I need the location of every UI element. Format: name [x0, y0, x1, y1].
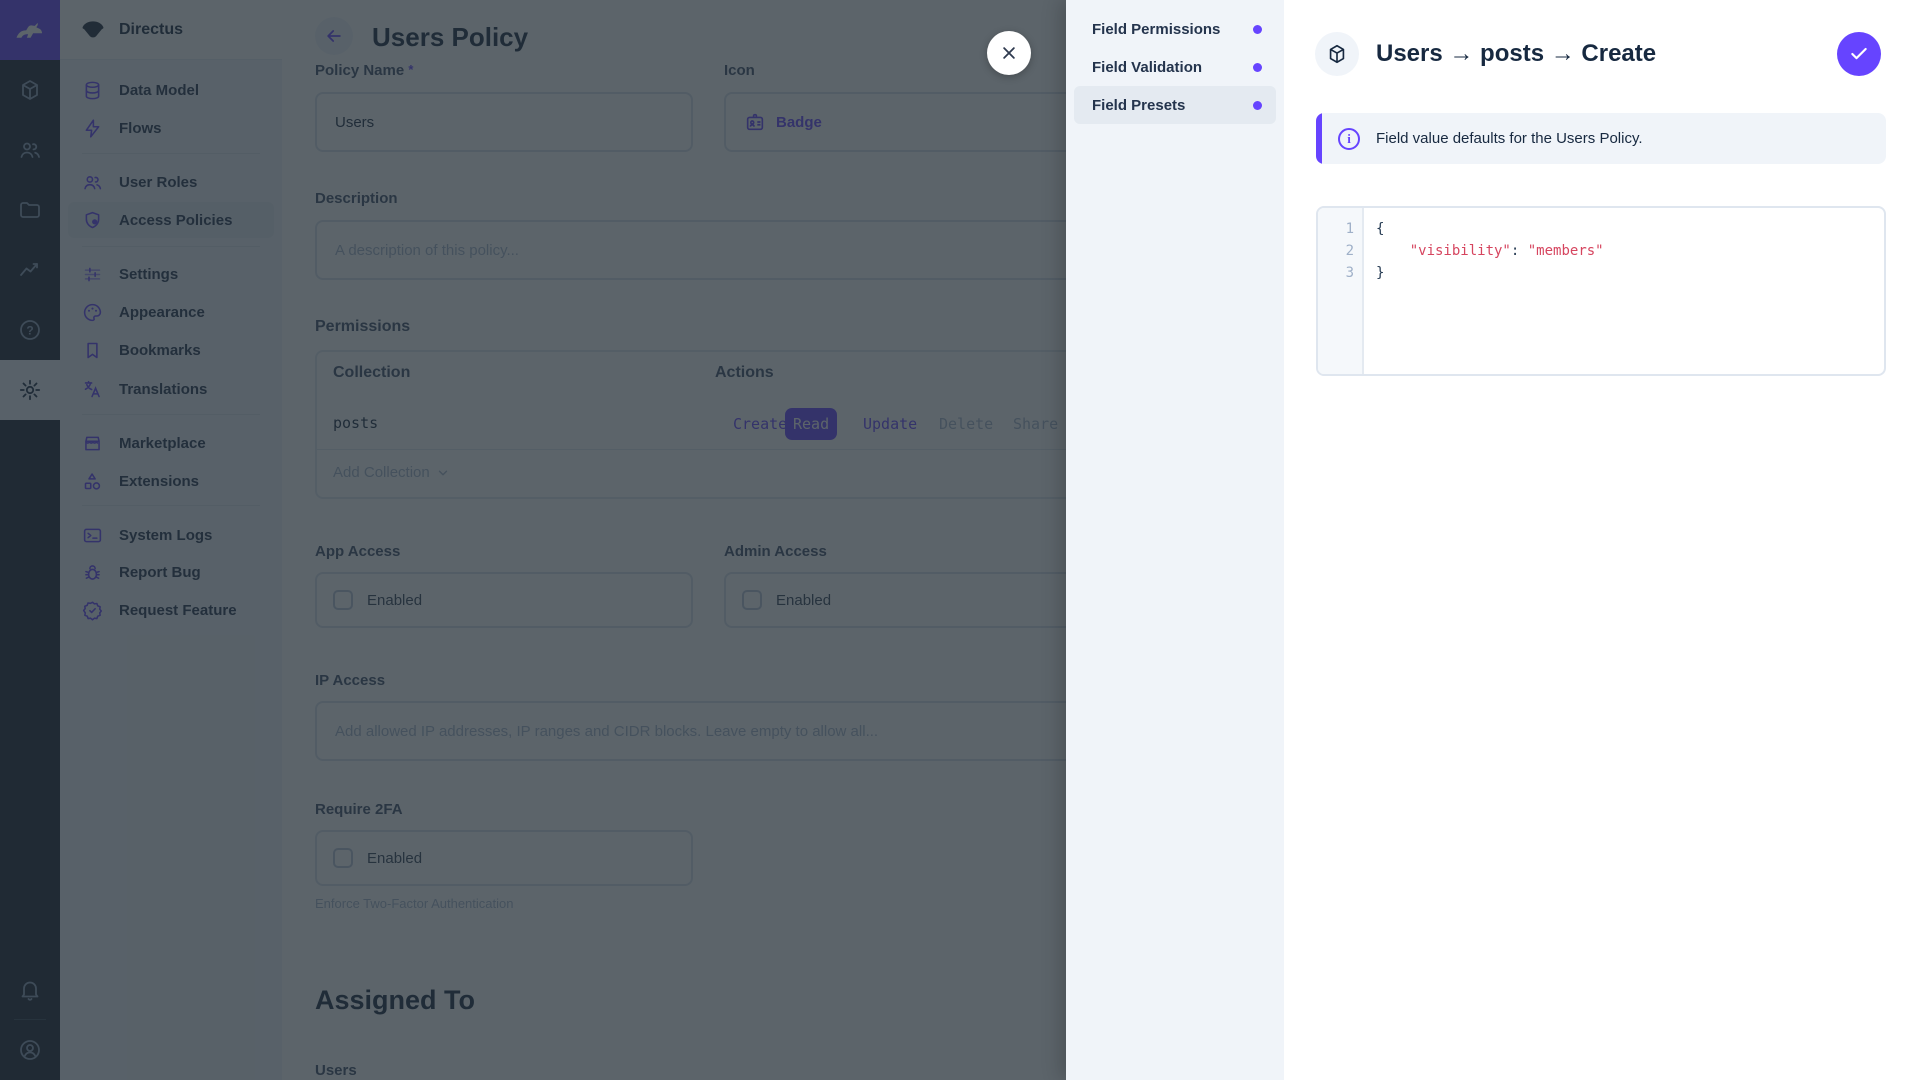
info-banner: i Field value defaults for the Users Pol…	[1316, 113, 1886, 164]
drawer-overlay[interactable]	[0, 0, 1066, 1080]
status-dot	[1253, 25, 1262, 34]
drawer-title: Users → posts → Create	[1376, 40, 1656, 68]
line-number: 1	[1324, 221, 1354, 237]
editor-gutter: 1 2 3	[1318, 208, 1364, 374]
close-icon	[1000, 44, 1018, 62]
status-dot	[1253, 63, 1262, 72]
code-line: }	[1376, 265, 1384, 281]
menu-item-label: Field Permissions	[1092, 21, 1220, 38]
confirm-button[interactable]	[1837, 32, 1881, 76]
menu-item-field-presets[interactable]: Field Presets	[1074, 86, 1276, 124]
drawer-panel: Users → posts → Create i Field value def…	[1284, 0, 1920, 1080]
code-line: {	[1376, 221, 1384, 237]
drawer-header-icon	[1315, 32, 1359, 76]
info-icon: i	[1338, 128, 1360, 150]
menu-item-field-permissions[interactable]: Field Permissions	[1074, 10, 1276, 48]
menu-item-field-validation[interactable]: Field Validation	[1074, 48, 1276, 86]
menu-item-label: Field Validation	[1092, 59, 1202, 76]
line-number: 2	[1324, 243, 1354, 259]
drawer-section-menu: Field Permissions Field Validation Field…	[1066, 0, 1284, 1080]
cube-icon	[1326, 43, 1348, 65]
status-dot	[1253, 101, 1262, 110]
banner-accent-stripe	[1316, 113, 1322, 164]
code-line: "visibility": "members"	[1376, 243, 1604, 259]
presets-code-editor[interactable]: 1 2 3 { "visibility": "members" }	[1316, 206, 1886, 376]
close-drawer-button[interactable]	[987, 31, 1031, 75]
info-banner-text: Field value defaults for the Users Polic…	[1376, 130, 1643, 147]
line-number: 3	[1324, 265, 1354, 281]
menu-item-label: Field Presets	[1092, 97, 1185, 114]
check-icon	[1849, 44, 1869, 64]
